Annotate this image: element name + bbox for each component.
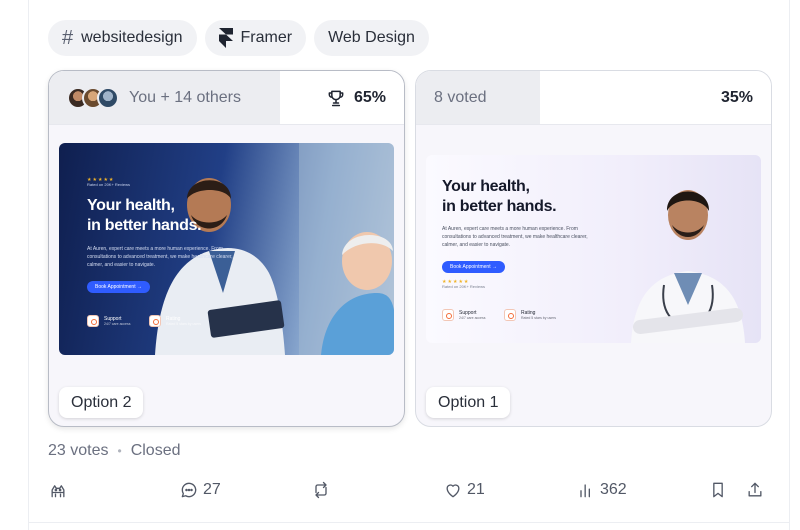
like-button[interactable]: 21	[443, 478, 485, 502]
feature-subtitle: 24/7 care access	[104, 321, 131, 326]
poll-status: Closed	[130, 442, 181, 459]
feature-support: Support 24/7 care access	[87, 315, 130, 327]
feature-rating: Rating Rated 5 stars by users	[149, 315, 201, 327]
share-button[interactable]	[745, 478, 765, 502]
poll-option-1[interactable]: 8 voted 35% Your health, in better hands…	[415, 70, 772, 427]
voters-text: 8 voted	[434, 89, 487, 106]
rating-icon	[149, 315, 161, 327]
hero-title-line: in better hands.	[87, 217, 202, 234]
divider	[28, 522, 790, 523]
hero-title: Your health, in better hands.	[87, 196, 202, 236]
option-label: Option 1	[426, 387, 511, 418]
vote-count: 23 votes	[48, 442, 109, 459]
avatar	[97, 87, 119, 109]
vote-percent: 65%	[353, 89, 386, 106]
tag-label: websitedesign	[81, 29, 183, 46]
poll-option-2[interactable]: You + 14 others 65% ★★★★★ Rated on 20K+ …	[48, 70, 405, 427]
repost-icon	[315, 481, 327, 499]
hero-title-line: in better hands.	[442, 198, 557, 215]
hero-body: At Auren, expert care meets a more human…	[87, 246, 233, 268]
book-appointment-button: Book Appointment →	[442, 261, 505, 273]
tag-label: Framer	[240, 29, 293, 46]
vote-percent: 35%	[720, 89, 753, 106]
tag-websitedesign[interactable]: # websitedesign	[48, 20, 197, 56]
framer-logo-icon	[218, 28, 233, 48]
heart-icon	[446, 484, 460, 498]
comment-count: 27	[203, 481, 221, 498]
rating-text: Rated on 20K+ Reviews	[442, 284, 486, 289]
feature-rating: Rating Rated 5 stars by users	[504, 309, 556, 321]
comment-icon	[181, 482, 197, 498]
hero-title: Your health, in better hands.	[442, 177, 557, 217]
poll-option-header: You + 14 others 65%	[49, 71, 404, 125]
rating-text: Rated on 20K+ Reviews	[87, 182, 131, 187]
option-label: Option 2	[59, 387, 144, 418]
design-preview-image: Your health, in better hands. At Auren, …	[426, 155, 761, 343]
tag-label: Web Design	[328, 29, 415, 46]
book-appointment-button: Book Appointment →	[87, 281, 150, 293]
trophy-icon	[328, 90, 344, 107]
poll-meta: 23 votes • Closed	[48, 442, 181, 460]
tag-web-design[interactable]: Web Design	[314, 20, 429, 56]
separator: •	[117, 444, 122, 458]
poll-option-header: 8 voted 35%	[416, 71, 771, 125]
view-count: 362	[600, 481, 627, 498]
feature-subtitle: Rated 5 stars by users	[521, 315, 557, 320]
feature-subtitle: 24/7 care access	[459, 315, 486, 320]
action-bar: 27 21 362	[48, 478, 768, 502]
rating-icon	[504, 309, 516, 321]
grok-button[interactable]	[48, 478, 68, 502]
hero-body: At Auren, expert care meets a more human…	[442, 226, 588, 248]
feature-subtitle: Rated 5 stars by users	[166, 321, 202, 326]
bar-chart-icon	[580, 484, 590, 498]
bookmark-button[interactable]	[708, 478, 728, 502]
views-button[interactable]: 362	[576, 478, 627, 502]
hashtag-icon: #	[62, 26, 74, 49]
support-icon	[87, 315, 99, 327]
hero-title-line: Your health,	[87, 197, 175, 214]
design-preview-image: ★★★★★ Rated on 20K+ Reviews Your health,…	[59, 143, 394, 355]
voters-text: You + 14 others	[129, 89, 241, 106]
tag-list: # websitedesign Framer Web Design	[48, 20, 429, 56]
support-icon	[442, 309, 454, 321]
grok-icon	[51, 485, 65, 498]
bookmark-icon	[713, 482, 723, 498]
like-count: 21	[467, 481, 485, 498]
feature-support: Support 24/7 care access	[442, 309, 485, 321]
reply-button[interactable]: 27	[179, 478, 221, 502]
tag-framer[interactable]: Framer	[204, 20, 307, 56]
voter-avatars	[67, 87, 119, 109]
repost-button[interactable]	[311, 478, 331, 502]
hero-title-line: Your health,	[442, 178, 530, 195]
share-icon	[748, 482, 762, 497]
